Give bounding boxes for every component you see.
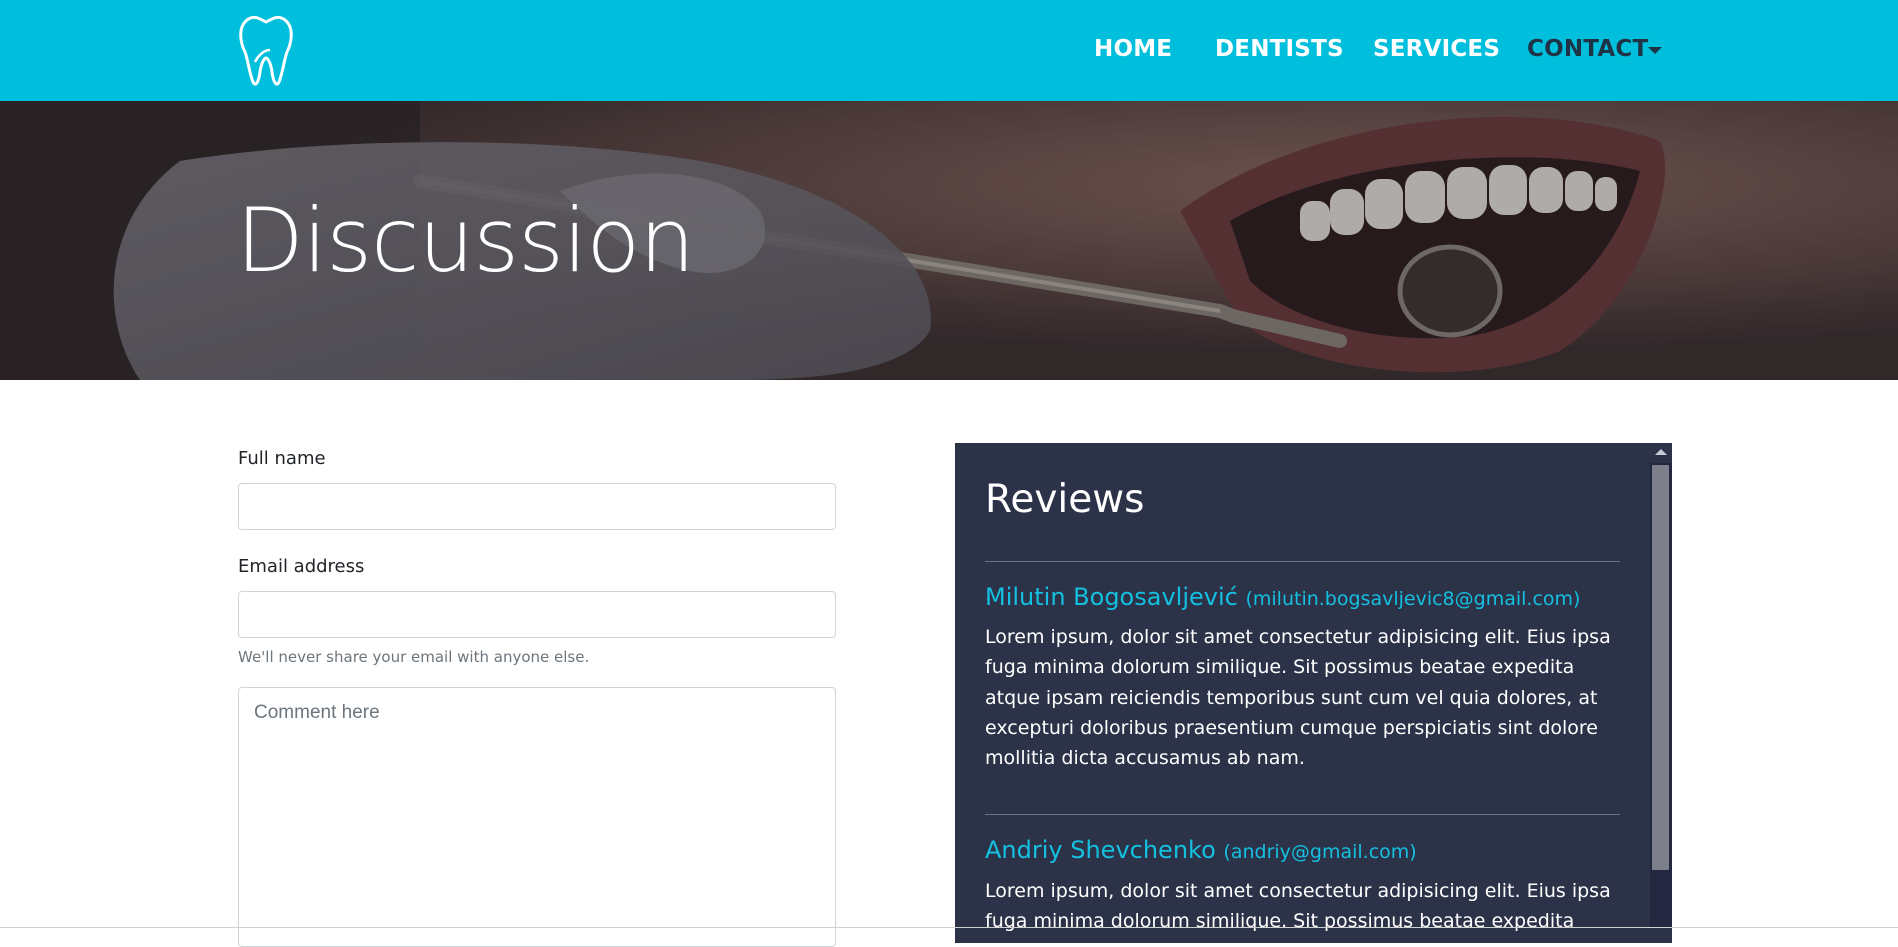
top-navbar: HOME DENTISTS SERVICES CONTACT xyxy=(0,0,1898,101)
review-author: Milutin Bogosavljević (milutin.bogsavlje… xyxy=(985,583,1580,611)
full-name-input[interactable] xyxy=(238,483,836,530)
reviews-scrollbar-thumb[interactable] xyxy=(1652,465,1669,870)
review-text: Lorem ipsum, dolor sit amet consectetur … xyxy=(985,880,1611,943)
review-author-email: (milutin.bogsavljevic8@gmail.com) xyxy=(1245,588,1581,610)
nav-contact-dropdown[interactable]: CONTACT xyxy=(1527,36,1648,62)
comment-textarea[interactable] xyxy=(238,687,836,947)
email-label: Email address xyxy=(238,556,365,577)
review-author-email: (andriy@gmail.com) xyxy=(1223,841,1417,863)
hero-banner: Discussion xyxy=(0,101,1898,380)
reviews-heading: Reviews xyxy=(985,477,1145,522)
tooth-icon[interactable] xyxy=(237,14,295,86)
email-help-text: We'll never share your email with anyone… xyxy=(238,648,590,666)
review-author-name: Andriy Shevchenko xyxy=(985,836,1216,864)
chevron-down-icon[interactable] xyxy=(1648,47,1662,54)
review-text: Lorem ipsum, dolor sit amet consectetur … xyxy=(985,626,1611,770)
full-name-label: Full name xyxy=(238,448,326,469)
nav-services-link[interactable]: SERVICES xyxy=(1373,36,1500,62)
nav-home-link[interactable]: HOME xyxy=(1094,36,1172,62)
review-author-name: Milutin Bogosavljević xyxy=(985,583,1238,611)
page-title: Discussion xyxy=(236,189,695,292)
review-divider xyxy=(985,561,1620,562)
scroll-up-arrow-icon[interactable] xyxy=(1650,443,1672,463)
email-input[interactable] xyxy=(238,591,836,638)
nav-dentists-link[interactable]: DENTISTS xyxy=(1215,36,1344,62)
review-divider xyxy=(985,814,1620,815)
review-author: Andriy Shevchenko (andriy@gmail.com) xyxy=(985,836,1417,864)
reviews-panel[interactable]: Reviews Milutin Bogosavljević (milutin.b… xyxy=(955,443,1672,943)
